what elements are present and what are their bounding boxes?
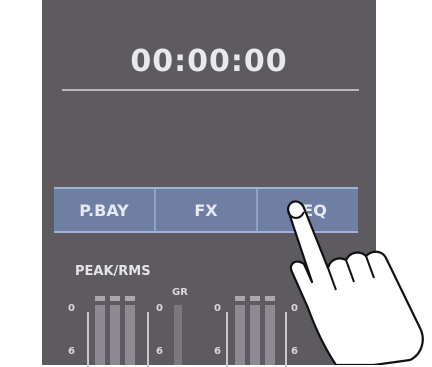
- meter-bracket-left: [87, 312, 89, 367]
- meter-peak-cap-1: [95, 296, 105, 301]
- meter-peak-cap-2: [110, 296, 120, 301]
- timecode-display: 00:00:00: [130, 44, 288, 79]
- meter-bar-4: [235, 305, 245, 365]
- gain-reduction-label: GR: [172, 287, 188, 298]
- meter-peak-cap-3: [125, 296, 135, 301]
- meter-bar-5: [250, 305, 260, 365]
- meter-bracket-left-end: [147, 312, 149, 367]
- tab-fx[interactable]: FX: [156, 189, 258, 231]
- meter-bar-2: [110, 305, 120, 365]
- meter-bar-1: [95, 305, 105, 365]
- meter-peak-cap-5: [250, 296, 260, 301]
- pointing-hand-icon: [286, 200, 424, 365]
- meter-scale-0-mid: 0: [156, 303, 163, 314]
- meter-scale-0-right: 0: [214, 303, 221, 314]
- meter-scale-0-left: 0: [68, 303, 75, 314]
- meter-bracket-right: [226, 312, 228, 367]
- gr-meter-bar: [174, 305, 182, 365]
- meter-peak-cap-4: [235, 296, 245, 301]
- meter-scale-6-left: 6: [68, 346, 75, 357]
- meter-scale-6-mid: 6: [156, 346, 163, 357]
- tab-pbay[interactable]: P.BAY: [54, 189, 156, 231]
- meter-title: PEAK/RMS: [75, 264, 151, 279]
- meter-scale-6-right: 6: [214, 346, 221, 357]
- timecode-underline: [62, 89, 359, 91]
- meter-bar-3: [125, 305, 135, 365]
